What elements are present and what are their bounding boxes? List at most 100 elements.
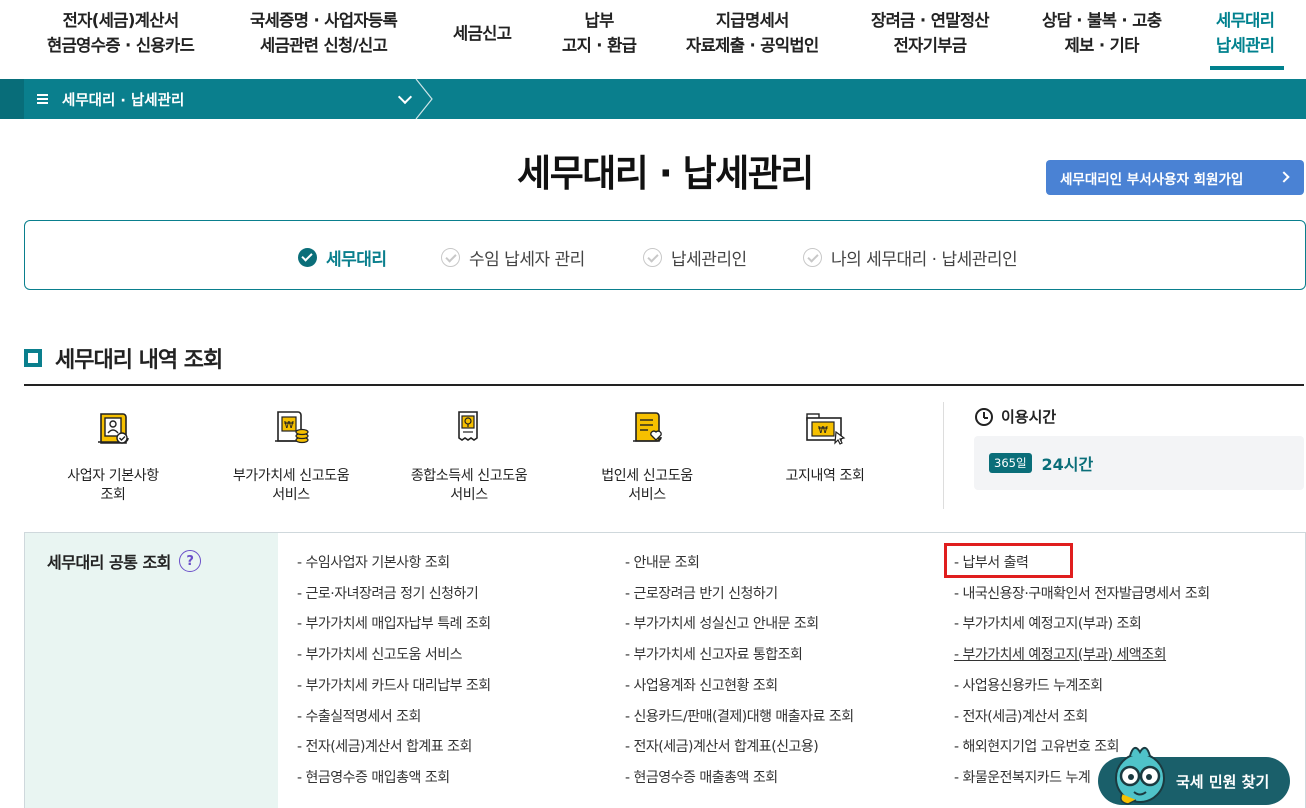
top-navigation: 전자(세금)계산서 현금영수증 · 신용카드 국세증명 · 사업자등록 세금관련… — [0, 0, 1306, 78]
nav-item-consultation[interactable]: 상담 · 불복 · 고충 제보 · 기타 — [1042, 8, 1162, 58]
menu-icon — [37, 94, 48, 104]
lookup-link[interactable]: 수출실적명세서 조회 — [297, 706, 422, 726]
lookup-link[interactable]: 안내문 조회 — [625, 552, 700, 572]
nav-item-line1: 전자(세금)계산서 — [62, 11, 180, 30]
nav-item-line1: 세무대리 — [1216, 11, 1275, 30]
breadcrumb-separator-icon — [415, 79, 433, 119]
panel-sidebar: 세무대리 공통 조회 ? — [25, 533, 278, 808]
nav-item-line1: 지급명세서 — [715, 11, 790, 30]
service-vat-help[interactable]: ₩ 부가가치세 신고도움 서비스 — [216, 408, 366, 505]
tab-label: 세무대리 — [326, 250, 387, 270]
lookup-link[interactable]: 화물운전복지카드 누계 — [954, 767, 1091, 787]
nav-item-payment-statement[interactable]: 지급명세서 자료제출 · 공익법인 — [686, 8, 819, 58]
lookup-link[interactable]: 현금영수증 매출총액 조회 — [625, 767, 779, 787]
nav-item-certificates[interactable]: 국세증명 · 사업자등록 세금관련 신청/신고 — [250, 8, 398, 58]
section-heading: 세무대리 내역 조회 — [24, 342, 223, 374]
nav-item-line2: 납세관리 — [1216, 36, 1275, 55]
tab-my-agent[interactable]: 나의 세무대리 · 납세관리인 — [803, 245, 1018, 270]
nav-item-line1: 장려금 · 연말정산 — [871, 11, 990, 30]
lookup-link[interactable]: 부가가치세 예정고지(부과) 조회 — [954, 613, 1142, 633]
notice-history-icon: ₩ — [806, 413, 846, 445]
service-label: 사업자 기본사항 조회 — [38, 467, 188, 505]
tab-label: 수임 납세자 관리 — [469, 250, 585, 270]
panel-title-text: 세무대리 공통 조회 — [47, 553, 171, 572]
service-label-line1: 고지내역 조회 — [785, 468, 865, 484]
lookup-link[interactable]: 현금영수증 매입총액 조회 — [297, 767, 451, 787]
service-label-line1: 부가가치세 신고도움 — [232, 468, 350, 484]
nav-item-einvoice[interactable]: 전자(세금)계산서 현금영수증 · 신용카드 — [47, 8, 195, 58]
service-corp-tax-help[interactable]: 법인세 신고도움 서비스 — [572, 408, 722, 505]
lookup-link[interactable]: 해외현지기업 고유번호 조회 — [954, 736, 1120, 756]
nav-item-line1: 국세증명 · 사업자등록 — [250, 11, 398, 30]
svg-text:₩: ₩ — [818, 425, 828, 436]
lookup-link[interactable]: 부가가치세 성실신고 안내문 조회 — [625, 613, 820, 633]
check-circle-icon — [803, 248, 822, 267]
tab-tax-administrator[interactable]: 납세관리인 — [643, 245, 747, 270]
nav-item-tax-agent[interactable]: 세무대리 납세관리 — [1216, 8, 1275, 58]
clock-icon — [975, 407, 993, 426]
lookup-link[interactable]: 부가가치세 카드사 대리납부 조회 — [297, 675, 492, 695]
check-circle-icon — [643, 248, 662, 267]
lookup-link[interactable]: 부가가치세 신고도움 서비스 — [297, 644, 463, 664]
nav-item-payment[interactable]: 납부 고지 · 환급 — [562, 8, 637, 58]
service-label-line2: 서비스 — [450, 487, 488, 503]
service-label-line1: 종합소득세 신고도움 — [410, 468, 528, 484]
lookup-link[interactable]: 근로장려금 반기 신청하기 — [625, 583, 779, 603]
svg-text:₩: ₩ — [284, 420, 294, 431]
section-square-icon — [24, 349, 42, 367]
breadcrumb-home-area — [0, 79, 24, 119]
tab-client-management[interactable]: 수임 납세자 관리 — [441, 245, 585, 270]
days-badge: 365일 — [989, 453, 1032, 473]
tab-tax-agent[interactable]: 세무대리 — [298, 245, 387, 270]
lookup-link[interactable]: 사업용신용카드 누계조회 — [954, 675, 1104, 695]
section-title: 세무대리 내역 조회 — [55, 348, 223, 373]
nav-item-tax-filing[interactable]: 세금신고 — [453, 21, 512, 46]
agent-signup-button[interactable]: 세무대리인 부서사용자 회원가입 — [1046, 160, 1304, 195]
lookup-link[interactable]: 근로·자녀장려금 정기 신청하기 — [297, 583, 479, 603]
service-label-line2: 조회 — [100, 487, 126, 503]
highlight-box — [944, 543, 1073, 578]
check-circle-icon — [441, 248, 460, 267]
corp-tax-help-icon — [633, 412, 662, 442]
service-label: 종합소득세 신고도움 서비스 — [394, 467, 544, 505]
lookup-link[interactable]: 수임사업자 기본사항 조회 — [297, 552, 451, 572]
lookup-link[interactable]: 부가가치세 신고자료 통합조회 — [625, 644, 803, 664]
lookup-link[interactable]: 내국신용장·구매확인서 전자발급명세서 조회 — [954, 583, 1211, 603]
chat-button-label: 국세 민원 찾기 — [1176, 772, 1270, 791]
nav-item-line2: 자료제출 · 공익법인 — [686, 36, 819, 55]
usage-hours: 24시간 — [1041, 455, 1094, 474]
nav-item-incentives[interactable]: 장려금 · 연말정산 전자기부금 — [871, 8, 990, 58]
nav-item-line1: 상담 · 불복 · 고충 — [1042, 11, 1162, 30]
tab-label: 납세관리인 — [671, 250, 747, 270]
usage-time-box: 365일 24시간 — [974, 436, 1304, 490]
service-label: 부가가치세 신고도움 서비스 — [216, 467, 366, 505]
vat-help-icon: ₩ — [275, 411, 309, 444]
lookup-link[interactable]: 부가가치세 예정고지(부과) 세액조회 — [954, 644, 1167, 664]
chevron-down-icon — [397, 89, 413, 105]
nav-item-line2: 전자기부금 — [893, 36, 968, 55]
nav-item-line2: 세금관련 신청/신고 — [259, 36, 388, 55]
service-label-line2: 서비스 — [628, 487, 666, 503]
nav-item-line1: 세금신고 — [453, 24, 512, 43]
sub-tabs: 세무대리 수임 납세자 관리 납세관리인 나의 세무대리 · 납세관리인 — [24, 220, 1306, 290]
income-tax-help-icon — [458, 411, 478, 441]
lookup-link[interactable]: 부가가치세 매입자납부 특례 조회 — [297, 613, 492, 633]
chevron-right-icon — [1278, 171, 1290, 183]
breadcrumb-dropdown[interactable]: 세무대리 · 납세관리 — [24, 79, 424, 119]
help-icon[interactable]: ? — [178, 550, 201, 572]
lookup-link[interactable]: 전자(세금)계산서 조회 — [954, 706, 1089, 726]
service-income-tax-help[interactable]: 종합소득세 신고도움 서비스 — [394, 408, 544, 505]
service-label-line1: 법인세 신고도움 — [601, 468, 693, 484]
tab-label: 나의 세무대리 · 납세관리인 — [831, 250, 1018, 270]
lookup-link[interactable]: 전자(세금)계산서 합계표(신고용) — [625, 736, 819, 756]
check-circle-icon — [298, 248, 317, 267]
lookup-link[interactable]: 사업용계좌 신고현황 조회 — [625, 675, 779, 695]
service-notice-history[interactable]: ₩ 고지내역 조회 — [750, 408, 900, 486]
service-label-line2: 서비스 — [272, 487, 310, 503]
service-label-line1: 사업자 기본사항 — [67, 468, 159, 484]
lookup-link[interactable]: 신용카드/판매(결제)대행 매출자료 조회 — [625, 706, 855, 726]
lookup-link[interactable]: 전자(세금)계산서 합계표 조회 — [297, 736, 473, 756]
section-divider — [24, 384, 1304, 386]
service-business-info[interactable]: 사업자 기본사항 조회 — [38, 408, 188, 505]
nav-item-line2: 고지 · 환급 — [562, 36, 637, 55]
